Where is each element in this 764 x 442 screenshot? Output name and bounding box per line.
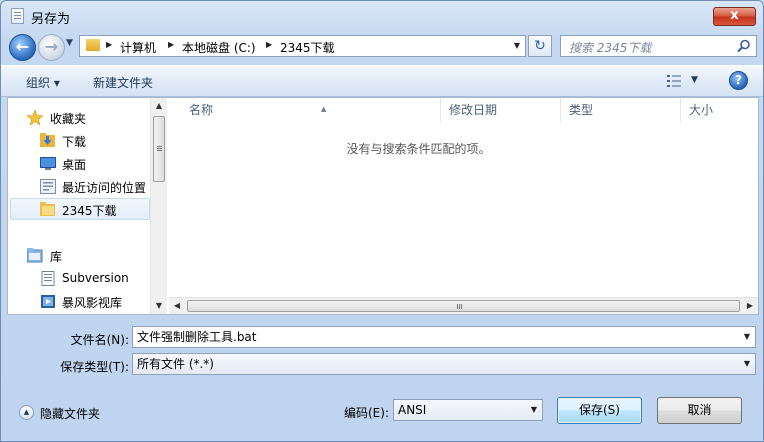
filename-field[interactable]: 文件强制删除工具.bat ▼ xyxy=(132,326,756,348)
chevron-up-icon: ▲ xyxy=(19,405,34,420)
chevron-down-icon[interactable]: ▼ xyxy=(744,354,750,374)
scroll-left-icon[interactable]: ◀ xyxy=(169,298,185,314)
column-label: 大小 xyxy=(689,103,714,117)
filetype-label: 保存类型(T): xyxy=(60,360,129,374)
chevron-right-icon[interactable]: ▶ xyxy=(266,40,272,49)
nav-item-desktop[interactable]: 桌面 xyxy=(10,153,150,175)
document-icon xyxy=(11,8,24,24)
breadcrumb-computer[interactable]: 计算机 xyxy=(120,39,156,56)
sort-up-icon: ▲ xyxy=(321,105,327,113)
scroll-up-icon[interactable]: ▲ xyxy=(151,98,167,114)
scroll-right-icon[interactable]: ▶ xyxy=(742,298,758,314)
nav-item-label: 桌面 xyxy=(62,158,87,172)
close-icon: x xyxy=(730,8,739,23)
chevron-right-icon[interactable]: ▶ xyxy=(168,40,174,49)
column-label: 修改日期 xyxy=(449,103,498,117)
filename-label: 文件名(N): xyxy=(70,333,129,347)
search-input[interactable]: 搜索 2345下载 xyxy=(560,35,757,57)
nav-item-label: 库 xyxy=(50,250,63,264)
new-folder-button[interactable]: 新建文件夹 xyxy=(93,74,153,91)
nav-item-label: 收藏夹 xyxy=(50,112,87,126)
command-bar: 组织 ▾ 新建文件夹 ▼ ? xyxy=(1,65,763,97)
star-icon xyxy=(27,110,43,125)
filetype-value: 所有文件 (*.*) xyxy=(137,357,214,371)
nav-item-label: 最近访问的位置 xyxy=(62,181,147,195)
close-button[interactable]: x xyxy=(713,7,756,26)
nav-item-subversion[interactable]: Subversion xyxy=(10,268,150,290)
file-browser: 收藏夹 下载 桌面 最近访问的位置 2345下载 库 Subversion 暴风… xyxy=(7,97,759,315)
column-label: 名称 xyxy=(189,103,214,117)
nav-item-2345-downloads[interactable]: 2345下载 xyxy=(10,198,150,220)
column-label: 类型 xyxy=(569,103,594,117)
nav-item-label: 2345下载 xyxy=(62,204,117,218)
address-bar[interactable]: ▶ 计算机 ▶ 本地磁盘 (C:) ▶ 2345下载 ▼ xyxy=(79,35,526,57)
horizontal-scrollbar[interactable]: ◀ ▶ xyxy=(169,297,758,314)
column-header-type[interactable]: 类型 xyxy=(561,98,681,122)
breadcrumb-local-disk[interactable]: 本地磁盘 (C:) xyxy=(182,39,256,56)
download-folder-icon xyxy=(40,133,55,147)
nav-item-label: Subversion xyxy=(62,271,129,285)
column-header-size[interactable]: 大小 xyxy=(681,98,758,122)
scroll-thumb[interactable] xyxy=(153,116,165,182)
navigation-scrollbar[interactable]: ▲ ▼ xyxy=(150,98,167,314)
save-button[interactable]: 保存(S) xyxy=(557,397,642,424)
chevron-down-icon[interactable]: ▼ xyxy=(744,327,750,347)
file-list: ▲ 名称 修改日期 类型 大小 没有与搜索条件匹配的项。 ◀ ▶ xyxy=(169,98,758,314)
nav-item-recent-places[interactable]: 最近访问的位置 xyxy=(10,176,150,198)
navigation-pane: 收藏夹 下载 桌面 最近访问的位置 2345下载 库 Subversion 暴风… xyxy=(8,98,168,314)
recent-pages-dropdown[interactable]: ▼ xyxy=(66,38,73,48)
filename-value: 文件强制删除工具.bat xyxy=(137,330,257,344)
cancel-button[interactable]: 取消 xyxy=(657,397,742,424)
document-library-icon xyxy=(41,271,55,286)
help-icon[interactable]: ? xyxy=(729,71,748,90)
encoding-label: 编码(E): xyxy=(344,406,389,420)
chevron-down-icon[interactable]: ▼ xyxy=(691,75,698,85)
chevron-right-icon[interactable]: ▶ xyxy=(106,40,112,49)
nav-item-baofeng-library[interactable]: 暴风影视库 xyxy=(10,291,150,313)
scroll-down-icon[interactable]: ▼ xyxy=(151,298,167,314)
refresh-icon: ↻ xyxy=(534,38,546,54)
chevron-down-icon[interactable]: ▼ xyxy=(514,41,520,50)
window-title: 另存为 xyxy=(31,12,71,27)
encoding-select[interactable]: ANSI ▼ xyxy=(393,399,543,421)
arrow-left-icon: ← xyxy=(15,37,30,56)
nav-item-downloads[interactable]: 下载 xyxy=(10,130,150,152)
chevron-down-icon[interactable]: ▼ xyxy=(531,400,537,420)
recent-places-icon xyxy=(40,179,56,194)
video-library-icon xyxy=(41,295,55,308)
refresh-button[interactable]: ↻ xyxy=(528,35,552,57)
title-bar: 另存为 x xyxy=(1,1,763,31)
folder-icon xyxy=(40,202,55,216)
forward-button[interactable]: → xyxy=(38,34,65,61)
folder-icon xyxy=(86,39,100,51)
search-placeholder: 搜索 2345下载 xyxy=(569,41,652,55)
search-icon xyxy=(737,39,750,53)
hide-folders-label: 隐藏文件夹 xyxy=(40,407,101,421)
column-header-modified[interactable]: 修改日期 xyxy=(441,98,561,122)
arrow-right-icon: → xyxy=(44,37,59,56)
back-button[interactable]: ← xyxy=(9,34,36,61)
save-as-dialog: 另存为 x ← → ▼ ▶ 计算机 ▶ 本地磁盘 (C:) ▶ 2345下载 ▼… xyxy=(0,0,764,442)
library-icon xyxy=(27,248,43,263)
scroll-thumb[interactable] xyxy=(187,300,740,312)
filetype-select[interactable]: 所有文件 (*.*) ▼ xyxy=(132,353,756,375)
empty-message: 没有与搜索条件匹配的项。 xyxy=(346,142,491,156)
nav-item-favorites[interactable]: 收藏夹 xyxy=(10,107,150,129)
nav-item-libraries[interactable]: 库 xyxy=(10,245,150,267)
nav-item-label: 下载 xyxy=(62,135,87,149)
desktop-icon xyxy=(40,157,56,170)
breadcrumb-current-folder[interactable]: 2345下载 xyxy=(280,39,335,56)
view-options-icon[interactable] xyxy=(667,75,681,87)
organize-button[interactable]: 组织 ▾ xyxy=(26,74,60,91)
nav-item-label: 暴风影视库 xyxy=(62,296,123,310)
encoding-value: ANSI xyxy=(398,403,427,417)
column-header-name[interactable]: ▲ 名称 xyxy=(181,98,441,122)
